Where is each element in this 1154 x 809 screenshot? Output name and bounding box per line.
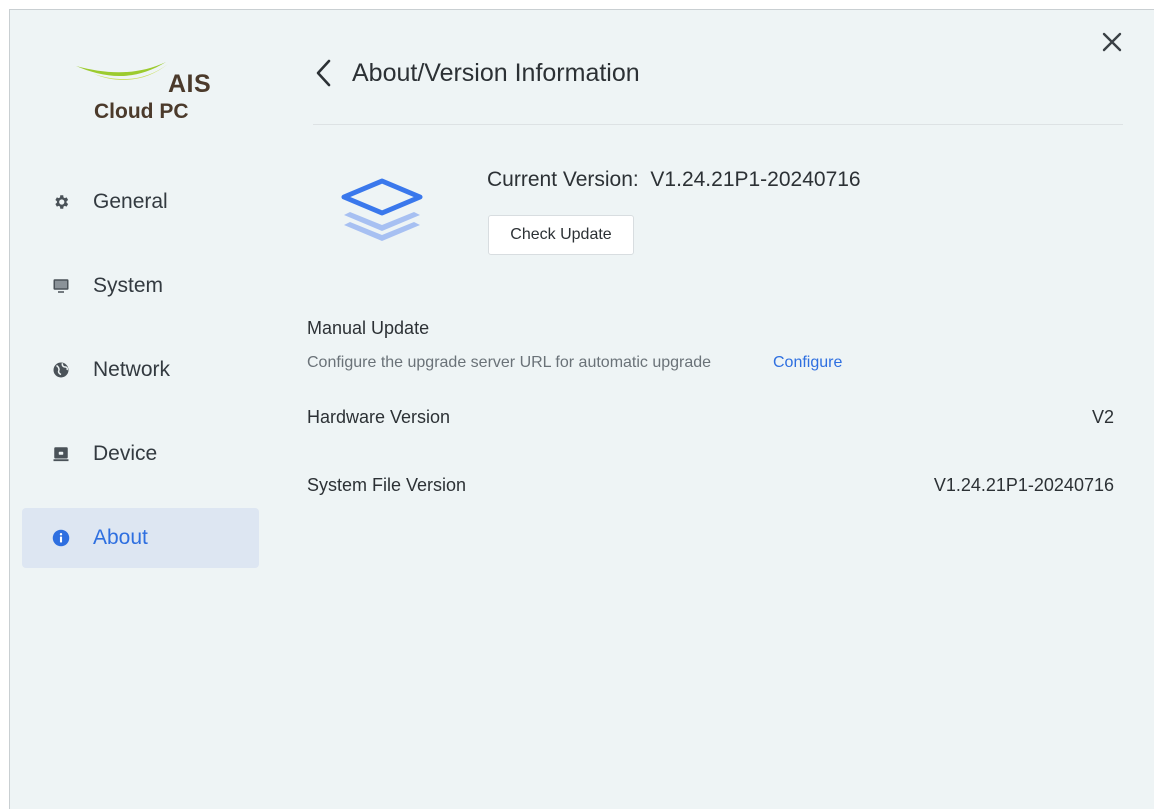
hardware-version-label: Hardware Version <box>307 407 451 427</box>
layers-icon <box>340 175 424 251</box>
configure-link[interactable]: Configure <box>773 354 842 372</box>
ais-cloud-pc-logo: AIS Cloud PC <box>74 52 211 132</box>
logo-product-text: Cloud PC <box>94 100 189 123</box>
manual-update-title: Manual Update <box>307 318 430 338</box>
current-version-label: Current Version: <box>487 168 639 191</box>
settings-window: AIS Cloud PC General System Network Devi… <box>9 9 1154 809</box>
sidebar-item-device[interactable]: Device <box>22 424 259 484</box>
sidebar-item-system[interactable]: System <box>22 256 259 316</box>
info-icon <box>52 529 70 547</box>
sidebar-item-network[interactable]: Network <box>22 340 259 400</box>
globe-icon <box>52 361 70 379</box>
logo-brand-text: AIS <box>168 70 212 98</box>
manual-update-description: Configure the upgrade server URL for aut… <box>307 354 712 371</box>
sidebar-item-label: Network <box>93 358 171 381</box>
gear-icon <box>52 193 70 211</box>
page-title: About/Version Information <box>352 59 640 87</box>
system-file-version-label: System File Version <box>307 475 467 495</box>
system-file-version-value: V1.24.21P1-20240716 <box>933 475 1114 495</box>
sidebar-item-label: Device <box>93 442 158 465</box>
back-button[interactable] <box>310 57 338 89</box>
current-version-value: V1.24.21P1-20240716 <box>650 168 861 191</box>
close-button[interactable] <box>1099 29 1125 55</box>
sidebar-item-label: General <box>93 190 168 213</box>
close-icon <box>1102 32 1122 52</box>
current-version-text: Current Version: V1.24.21P1-20240716 <box>487 168 861 192</box>
sidebar-item-label: System <box>93 274 164 297</box>
sidebar-item-general[interactable]: General <box>22 172 259 232</box>
check-update-button[interactable]: Check Update <box>488 215 634 255</box>
chevron-left-icon <box>316 59 331 87</box>
monitor-icon <box>52 277 70 295</box>
device-icon <box>52 445 70 463</box>
sidebar-item-label: About <box>93 526 148 549</box>
header-divider <box>313 124 1123 125</box>
sidebar-item-about[interactable]: About <box>22 508 259 568</box>
hardware-version-value: V2 <box>1091 407 1114 427</box>
